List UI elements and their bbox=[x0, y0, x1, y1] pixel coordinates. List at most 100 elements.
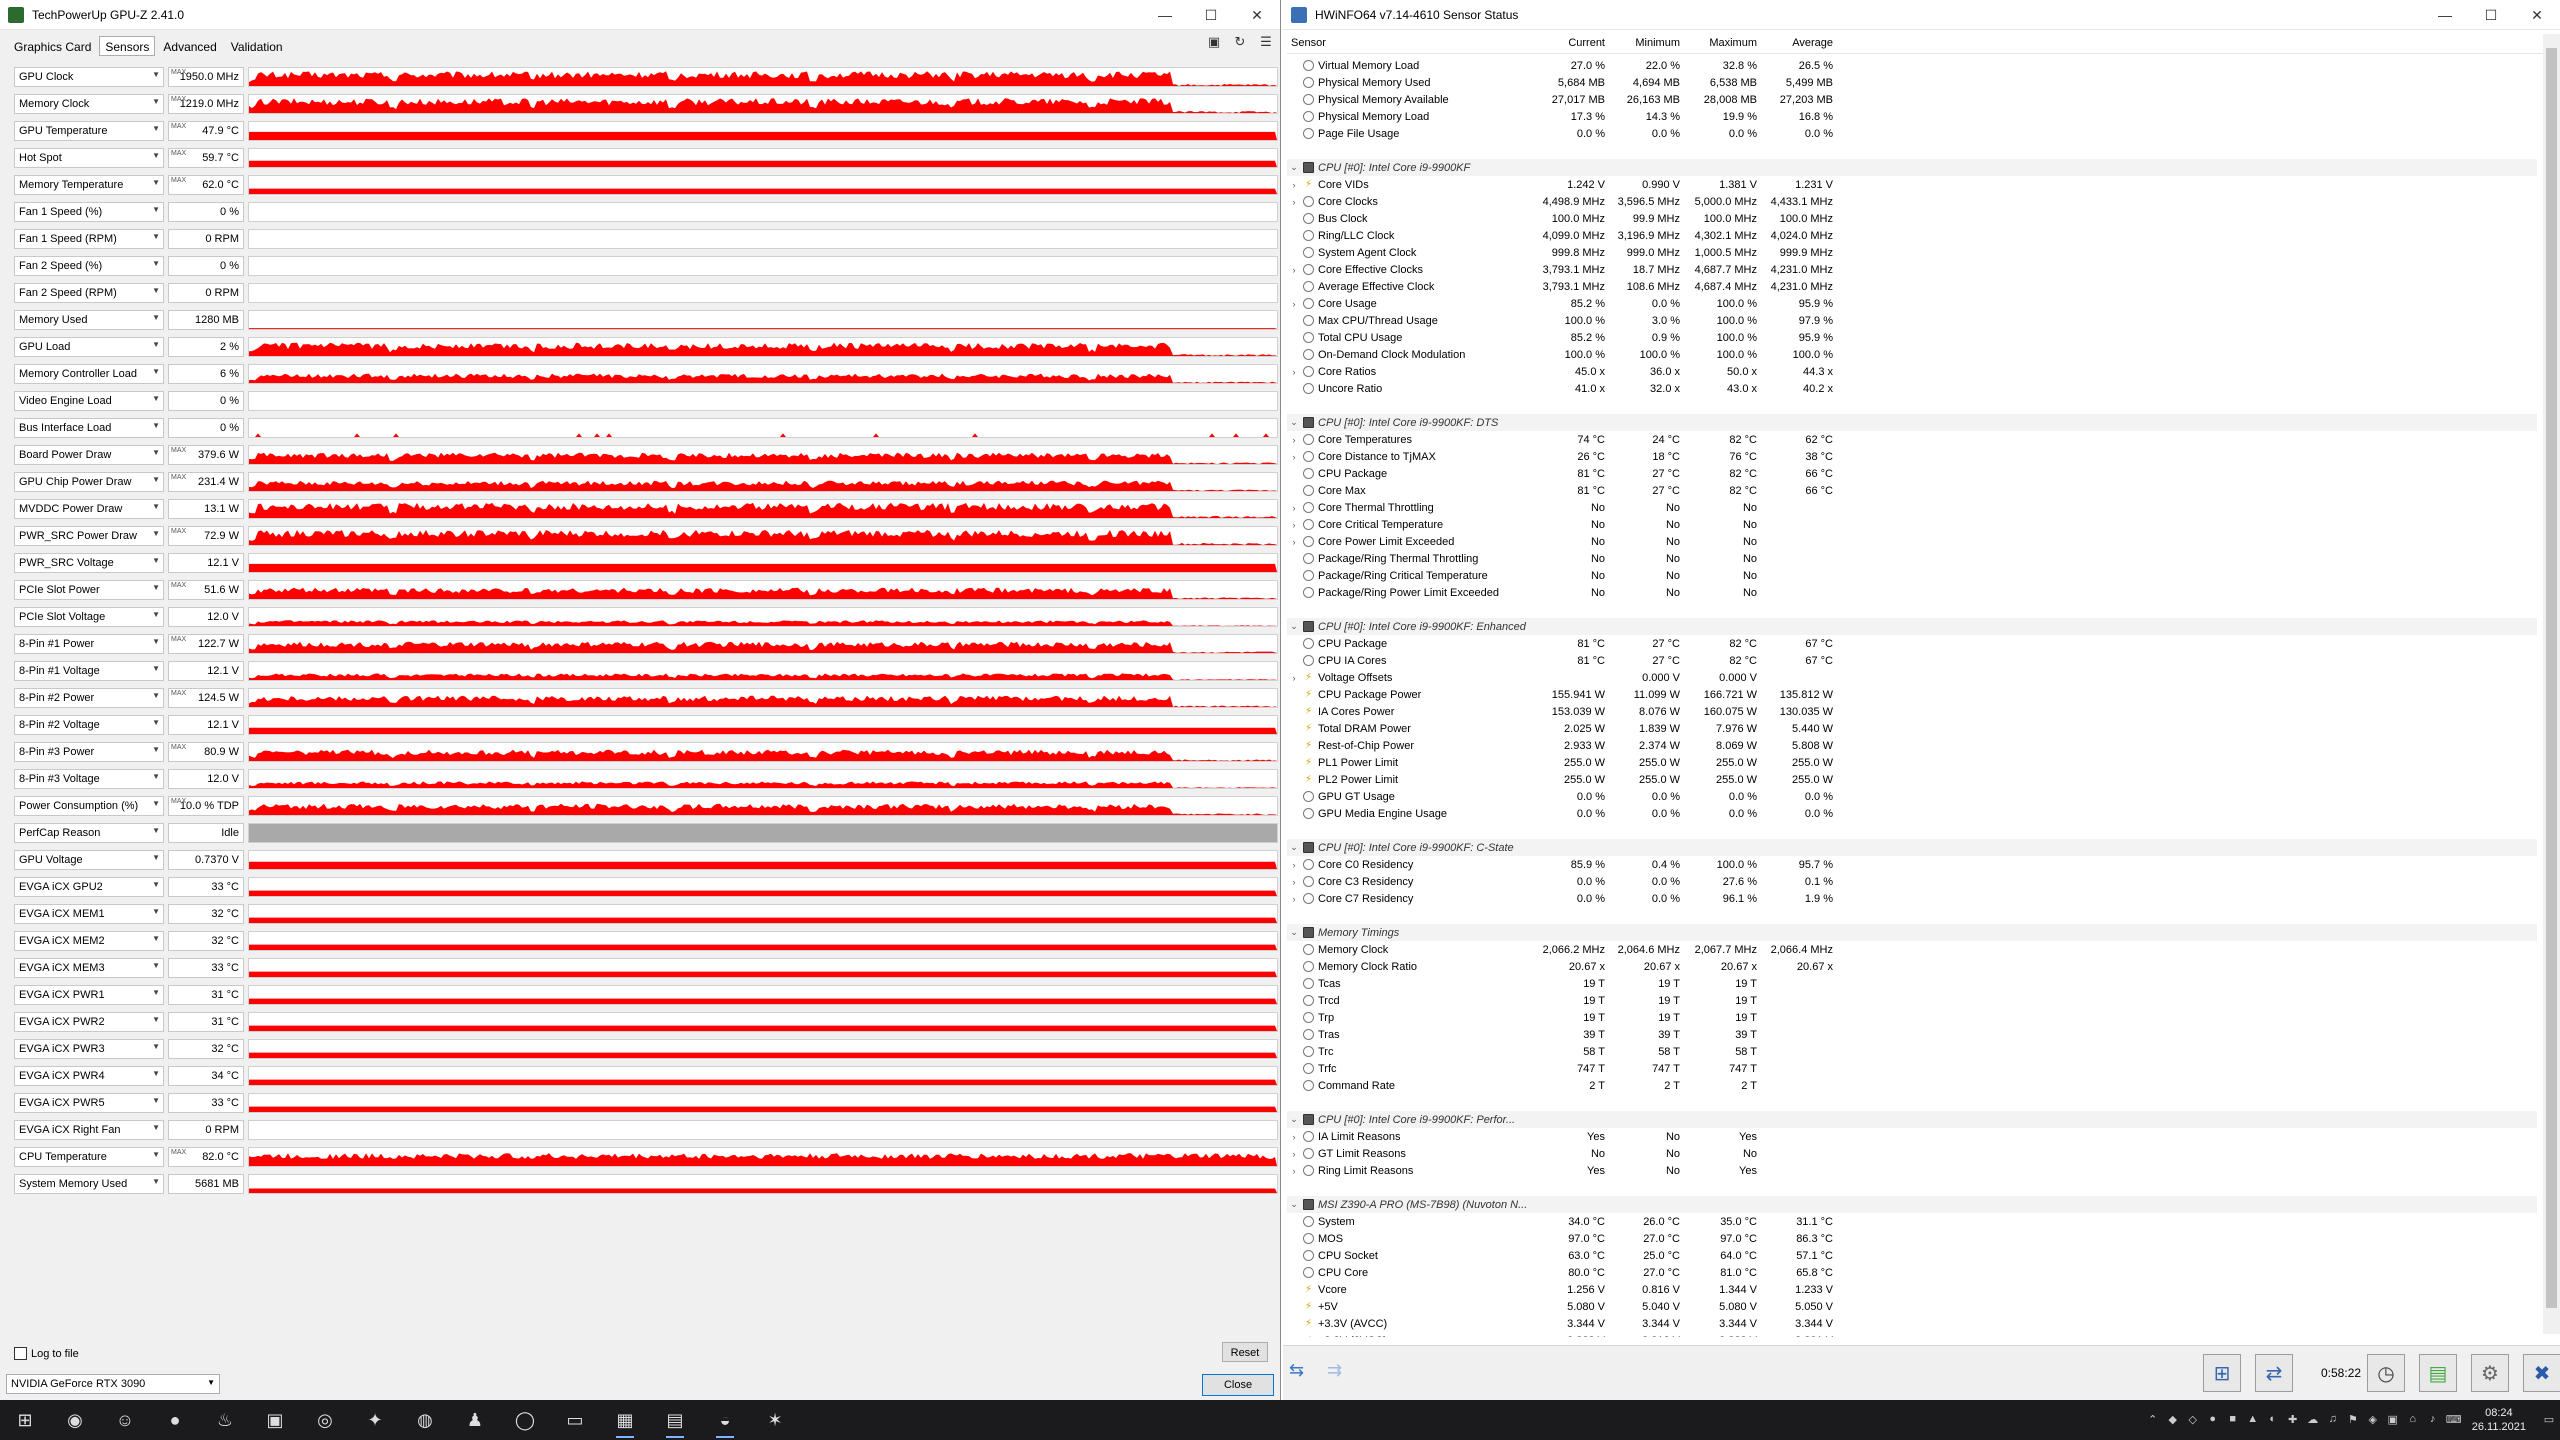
expand-icon[interactable]: › bbox=[1287, 894, 1301, 904]
sensor-row[interactable]: On-Demand Clock Modulation 100.0 % 100.0 %… bbox=[1287, 346, 2537, 363]
sensor-row[interactable]: System 34.0 °C 26.0 °C 35.0 °C 31.1 °C bbox=[1287, 1213, 2537, 1230]
sensor-row[interactable]: Package/Ring Critical Temperature No No No bbox=[1287, 567, 2537, 584]
sensor-name-dropdown[interactable]: EVGA iCX MEM2 ▼ bbox=[14, 931, 164, 951]
col-average[interactable]: Average bbox=[1761, 34, 1837, 53]
app3-icon[interactable]: ♟ bbox=[450, 1400, 500, 1440]
collapse-icon[interactable]: ⌄ bbox=[1287, 417, 1301, 428]
sensor-name-dropdown[interactable]: EVGA iCX Right Fan ▼ bbox=[14, 1120, 164, 1140]
refresh-icon[interactable]: ↻ bbox=[1232, 34, 1248, 50]
sensor-row[interactable]: Uncore Ratio 41.0 x 32.0 x 43.0 x 40.2 x bbox=[1287, 380, 2537, 397]
network-icon[interactable]: ⌂ bbox=[2406, 1413, 2420, 1427]
hwinfo-icon[interactable]: ◒ bbox=[700, 1400, 750, 1440]
sensor-row[interactable]: › Core C3 Residency 0.0 % 0.0 % 27.6 % 0.1 % bbox=[1287, 873, 2537, 890]
tray-app-icon[interactable]: ☁ bbox=[2306, 1413, 2320, 1427]
sensor-row[interactable]: System Agent Clock 999.8 MHz 999.0 MHz 1,00… bbox=[1287, 244, 2537, 261]
sensor-name-dropdown[interactable]: Power Consumption (%) ▼ bbox=[14, 796, 164, 816]
app-icon[interactable]: ● bbox=[150, 1400, 200, 1440]
camera-icon[interactable]: ▣ bbox=[1206, 34, 1222, 50]
sensor-row[interactable]: ⚡ CPU Package Power 155.941 W 11.099 W 166.7… bbox=[1287, 686, 2537, 703]
sensor-group[interactable]: ⌄ CPU [#0]: Intel Core i9-9900KF bbox=[1287, 159, 2537, 176]
sensor-row[interactable]: Trfc 747 T 747 T 747 T bbox=[1287, 1060, 2537, 1077]
tray-app-icon[interactable]: ◆ bbox=[2166, 1413, 2180, 1427]
sensor-row[interactable]: › Core Critical Temperature No No No bbox=[1287, 516, 2537, 533]
sensor-row[interactable]: Max CPU/Thread Usage 100.0 % 3.0 % 100.0 % 9… bbox=[1287, 312, 2537, 329]
sensor-row[interactable]: ⚡ PL1 Power Limit 255.0 W 255.0 W 255.0 W 255… bbox=[1287, 754, 2537, 771]
sensor-name-dropdown[interactable]: 8-Pin #2 Power ▼ bbox=[14, 688, 164, 708]
origin-icon[interactable]: ◍ bbox=[400, 1400, 450, 1440]
sensor-name-dropdown[interactable]: CPU Temperature ▼ bbox=[14, 1147, 164, 1167]
expand-icon[interactable]: › bbox=[1287, 197, 1301, 207]
sensor-row[interactable]: GPU Media Engine Usage 0.0 % 0.0 % 0.0 % 0.0… bbox=[1287, 805, 2537, 822]
sensor-name-dropdown[interactable]: EVGA iCX GPU2 ▼ bbox=[14, 877, 164, 897]
expand-icon[interactable]: › bbox=[1287, 503, 1301, 513]
sensor-name-dropdown[interactable]: PWR_SRC Power Draw ▼ bbox=[14, 526, 164, 546]
sensor-row[interactable]: › Core C0 Residency 85.9 % 0.4 % 100.0 % 95.7… bbox=[1287, 856, 2537, 873]
sensor-row[interactable]: › Core Thermal Throttling No No No bbox=[1287, 499, 2537, 516]
hwinfo-titlebar[interactable]: HWiNFO64 v7.14-4610 Sensor Status — ☐ ✕ bbox=[1283, 0, 2560, 30]
sensor-group[interactable]: ⌄ MSI Z390-A PRO (MS-7B98) (Nuvoton N... bbox=[1287, 1196, 2537, 1213]
tray-app-icon[interactable]: ▣ bbox=[2386, 1413, 2400, 1427]
checkbox-box[interactable] bbox=[14, 1347, 27, 1360]
expand-icon[interactable]: › bbox=[1287, 1166, 1301, 1176]
tray-app-icon[interactable]: ● bbox=[2206, 1413, 2220, 1427]
sensor-row[interactable]: CPU Package 81 °C 27 °C 82 °C 67 °C bbox=[1287, 635, 2537, 652]
reset-button[interactable]: Reset bbox=[1222, 1342, 1268, 1362]
sensor-row[interactable]: CPU Core 80.0 °C 27.0 °C 81.0 °C 65.8 °C bbox=[1287, 1264, 2537, 1281]
sensor-row[interactable]: ⚡ +5V 5.080 V 5.040 V 5.080 V 5.050 V bbox=[1287, 1298, 2537, 1315]
sensor-row[interactable]: CPU IA Cores 81 °C 27 °C 82 °C 67 °C bbox=[1287, 652, 2537, 669]
sensor-row[interactable]: Memory Clock Ratio 20.67 x 20.67 x 20.67 x 2… bbox=[1287, 958, 2537, 975]
network-icon[interactable]: ⊞ bbox=[2203, 1354, 2241, 1392]
epic-icon[interactable]: ▣ bbox=[250, 1400, 300, 1440]
clock-icon[interactable]: ◷ bbox=[2367, 1354, 2405, 1392]
menu-icon[interactable]: ☰ bbox=[1258, 34, 1274, 50]
sensor-row[interactable]: Trc 58 T 58 T 58 T bbox=[1287, 1043, 2537, 1060]
sensor-name-dropdown[interactable]: EVGA iCX PWR4 ▼ bbox=[14, 1066, 164, 1086]
expand-icon[interactable]: › bbox=[1287, 299, 1301, 309]
collapse-icon[interactable]: ⌄ bbox=[1287, 621, 1301, 632]
tray-app-icon[interactable]: ◐ bbox=[2266, 1413, 2280, 1427]
sensor-row[interactable]: Package/Ring Power Limit Exceeded No No No bbox=[1287, 584, 2537, 601]
tab-sensors[interactable]: Sensors bbox=[99, 36, 156, 56]
sensor-row[interactable]: Core Max 81 °C 27 °C 82 °C 66 °C bbox=[1287, 482, 2537, 499]
sensor-name-dropdown[interactable]: Bus Interface Load ▼ bbox=[14, 418, 164, 438]
volume-icon[interactable]: ♪ bbox=[2426, 1413, 2440, 1427]
sensor-name-dropdown[interactable]: System Memory Used ▼ bbox=[14, 1174, 164, 1194]
sensor-name-dropdown[interactable]: EVGA iCX MEM3 ▼ bbox=[14, 958, 164, 978]
minimize-icon[interactable]: — bbox=[1142, 0, 1188, 30]
collapse-icon[interactable]: ⌄ bbox=[1287, 842, 1301, 853]
gpuz-titlebar[interactable]: TechPowerUp GPU-Z 2.41.0 — ☐ ✕ bbox=[0, 0, 1280, 30]
col-sensor[interactable]: Sensor bbox=[1287, 34, 1531, 53]
expand-icon[interactable]: › bbox=[1287, 1149, 1301, 1159]
sensor-row[interactable]: › Ring Limit Reasons Yes No Yes bbox=[1287, 1162, 2537, 1179]
sensor-row[interactable]: ⚡ Vcore 1.256 V 0.816 V 1.344 V 1.233 V bbox=[1287, 1281, 2537, 1298]
app4-icon[interactable]: ▭ bbox=[550, 1400, 600, 1440]
sensor-row[interactable]: ⚡+3.3V (3VCC)3.328 V3.312 V3.328 V3.321 … bbox=[1287, 1332, 2537, 1338]
expand-icon[interactable]: › bbox=[1287, 537, 1301, 547]
sensor-row[interactable]: ⚡ Total DRAM Power 2.025 W 1.839 W 7.976 W 5.… bbox=[1287, 720, 2537, 737]
sensor-row[interactable]: › Core Distance to TjMAX 26 °C 18 °C 76 °C 38… bbox=[1287, 448, 2537, 465]
sensor-row[interactable]: Package/Ring Thermal Throttling No No No bbox=[1287, 550, 2537, 567]
maximize-icon[interactable]: ☐ bbox=[1188, 0, 1234, 30]
sensor-name-dropdown[interactable]: Board Power Draw ▼ bbox=[14, 445, 164, 465]
app5-icon[interactable]: ▦ bbox=[600, 1400, 650, 1440]
sensor-name-dropdown[interactable]: GPU Load ▼ bbox=[14, 337, 164, 357]
collapse-icon[interactable]: ⌄ bbox=[1287, 162, 1301, 173]
sensor-name-dropdown[interactable]: Fan 2 Speed (%) ▼ bbox=[14, 256, 164, 276]
sensor-name-dropdown[interactable]: Fan 1 Speed (%) ▼ bbox=[14, 202, 164, 222]
sensor-name-dropdown[interactable]: GPU Temperature ▼ bbox=[14, 121, 164, 141]
expand-icon[interactable]: › bbox=[1287, 367, 1301, 377]
tray-app-icon[interactable]: ◇ bbox=[2186, 1413, 2200, 1427]
expand-icon[interactable]: › bbox=[1287, 265, 1301, 275]
exit-icon[interactable]: ✖ bbox=[2523, 1354, 2560, 1392]
tray-chevron-icon[interactable]: ⌃ bbox=[2146, 1413, 2160, 1427]
language-icon[interactable]: ⌨ bbox=[2446, 1413, 2462, 1427]
sensor-row[interactable]: › Core Ratios 45.0 x 36.0 x 50.0 x 44.3 x bbox=[1287, 363, 2537, 380]
sensor-row[interactable]: ⚡ PL2 Power Limit 255.0 W 255.0 W 255.0 W 255… bbox=[1287, 771, 2537, 788]
sensor-row[interactable]: › Core Effective Clocks 3,793.1 MHz 18.7 MH… bbox=[1287, 261, 2537, 278]
tray-app-icon[interactable]: ⚑ bbox=[2346, 1413, 2360, 1427]
sensor-name-dropdown[interactable]: 8-Pin #3 Power ▼ bbox=[14, 742, 164, 762]
sensor-row[interactable]: Trp 19 T 19 T 19 T bbox=[1287, 1009, 2537, 1026]
sensor-row[interactable]: › Core Clocks 4,498.9 MHz 3,596.5 MHz 5,000.… bbox=[1287, 193, 2537, 210]
sensor-row[interactable]: Memory Clock 2,066.2 MHz 2,064.6 MHz 2,067.… bbox=[1287, 941, 2537, 958]
sensor-name-dropdown[interactable]: 8-Pin #3 Voltage ▼ bbox=[14, 769, 164, 789]
